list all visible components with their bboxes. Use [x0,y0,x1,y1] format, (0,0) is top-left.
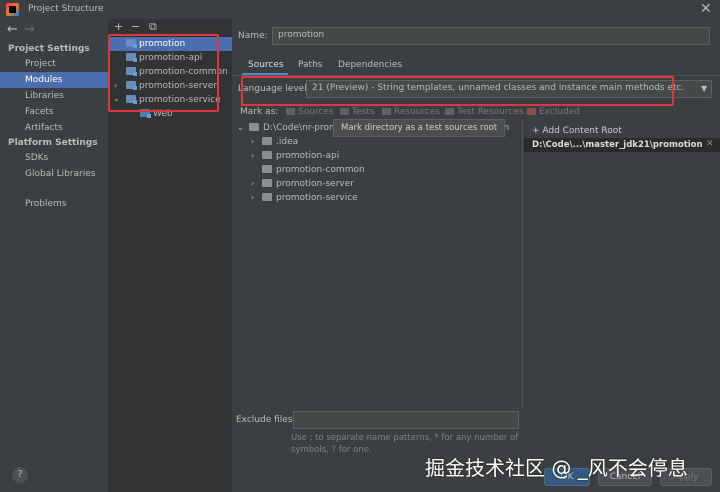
intellij-app-icon [6,3,19,16]
mark-tests-tooltip: Mark directory as a test sources root [333,119,506,137]
close-window-icon[interactable]: ✕ [700,1,712,17]
mark-resources-button[interactable]: Resources [382,107,440,117]
modules-highlight-box [108,34,219,112]
mark-test-resources-button[interactable]: Test Resources [445,107,524,117]
title-bar [0,0,720,19]
mark-label: Excluded [539,107,580,117]
content-root-path[interactable]: D:\Code\...\master_jdk21\promotion [524,138,720,152]
tree-item-label: promotion-service [276,193,358,203]
chevron-down-icon[interactable]: ⌄ [237,123,244,132]
tree-root-label: D:\Code\nr-prom [263,123,338,133]
copy-module-icon[interactable]: ⧉ [149,20,157,34]
tree-item-label: promotion-api [276,151,340,161]
chevron-down-icon[interactable]: ▼ [701,84,707,93]
forward-arrow-icon[interactable]: → [24,22,35,37]
folder-icon [262,151,272,159]
excluded-folder-icon [527,108,536,115]
nav-item-facets[interactable]: Facets [25,107,54,117]
window-title: Project Structure [28,4,104,14]
add-module-icon[interactable]: + [114,20,123,33]
project-settings-heading: Project Settings [8,44,90,54]
tree-item-promotion-server[interactable]: promotion-server [262,179,354,189]
mark-label: Tests [352,107,375,117]
folder-icon [262,137,272,145]
tree-root-row[interactable]: D:\Code\nr-prom [249,123,338,133]
mark-label: Resources [394,107,440,117]
folder-icon [262,179,272,187]
exclude-files-input[interactable] [293,411,519,429]
tree-item-promotion-api[interactable]: promotion-api [262,151,339,161]
mark-sources-button[interactable]: Sources [286,107,334,117]
chevron-right-icon[interactable]: › [251,179,254,188]
tree-item-label: promotion-server [276,179,354,189]
tab-dependencies[interactable]: Dependencies [338,60,402,70]
nav-item-modules[interactable]: Modules [25,75,62,85]
nav-item-problems[interactable]: Problems [25,199,66,209]
tab-sources[interactable]: Sources [248,60,284,70]
back-arrow-icon[interactable]: ← [7,22,18,37]
nav-item-sdks[interactable]: SDKs [25,153,48,163]
mark-as-label: Mark as: [240,107,279,117]
platform-settings-heading: Platform Settings [8,138,98,148]
mark-excluded-button[interactable]: Excluded [527,107,580,117]
chevron-right-icon[interactable]: › [251,193,254,202]
tree-item-promotion-common[interactable]: promotion-common [262,165,365,175]
content-roots-divider [522,120,523,410]
add-content-root-link[interactable]: + Add Content Root [532,126,622,136]
help-button[interactable]: ? [12,467,28,483]
tab-paths[interactable]: Paths [298,60,322,70]
module-name-field[interactable]: promotion [272,27,710,45]
nav-item-project[interactable]: Project [25,59,56,69]
remove-module-icon[interactable]: − [131,20,140,33]
chevron-right-icon[interactable]: › [251,137,254,146]
nav-item-global-libraries[interactable]: Global Libraries [25,169,95,179]
mark-tests-button[interactable]: Tests [340,107,374,117]
settings-nav-panel [0,19,108,492]
mark-label: Test Resources [457,107,524,117]
chevron-right-icon[interactable]: › [251,151,254,160]
nav-item-artifacts[interactable]: Artifacts [25,123,63,133]
remove-content-root-icon[interactable]: ✕ [706,139,714,149]
folder-icon [249,123,259,131]
language-level-highlight-box [241,76,674,106]
folder-icon [262,193,272,201]
resources-folder-icon [382,108,391,115]
sources-folder-icon [286,108,295,115]
tree-item-promotion-service[interactable]: promotion-service [262,193,358,203]
folder-icon [262,165,272,173]
tree-item-label: promotion-common [276,165,365,175]
tree-item-idea[interactable]: .idea [262,137,298,147]
nav-item-libraries[interactable]: Libraries [25,91,64,101]
exclude-files-label: Exclude files: [236,415,296,425]
watermark-text: 掘金技术社区 @ _风不会停息 [425,456,688,480]
mark-label: Sources [298,107,334,117]
name-label: Name: [238,31,268,41]
test-resources-folder-icon [445,108,454,115]
tree-item-label: .idea [276,137,299,147]
tests-folder-icon [340,108,349,115]
